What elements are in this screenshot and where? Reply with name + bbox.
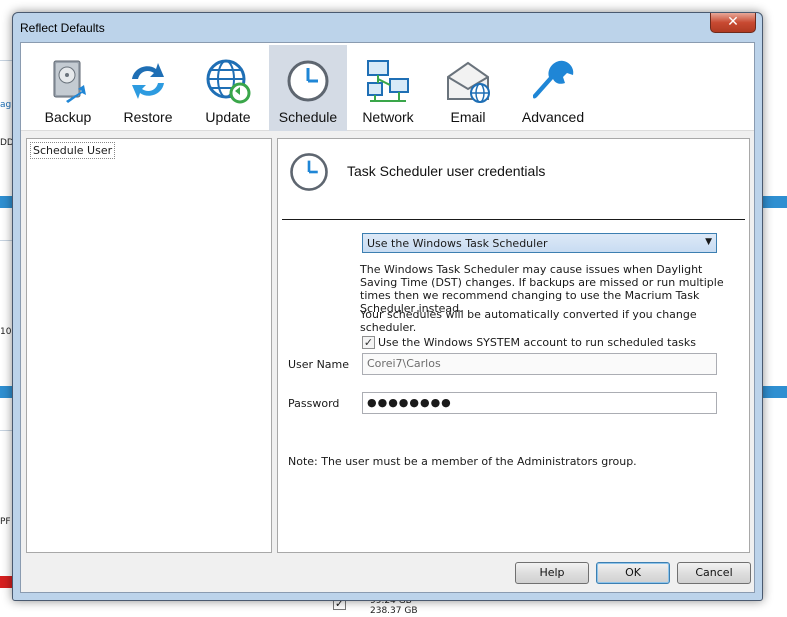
- window-title: Reflect Defaults: [20, 21, 105, 35]
- chevron-down-icon: ▼: [705, 237, 712, 247]
- close-button[interactable]: ✕: [710, 13, 756, 33]
- toolbar-label: Schedule: [278, 109, 338, 125]
- username-field[interactable]: Corei7\Carlos: [362, 353, 717, 375]
- background-text: 10: [0, 327, 12, 337]
- settings-panel: Task Scheduler user credentials Use the …: [277, 138, 750, 553]
- advanced-wrench-icon: [533, 60, 574, 99]
- ok-button[interactable]: OK: [596, 562, 670, 584]
- scheduler-dropdown[interactable]: Use the Windows Task Scheduler ▼: [362, 233, 717, 253]
- toolbar-label: Restore: [123, 109, 173, 125]
- category-toolbar: Backup Restore Update Schedule Network E…: [21, 43, 754, 131]
- background-text: ag: [0, 100, 12, 110]
- toolbar-backup[interactable]: Backup: [29, 45, 107, 131]
- password-field[interactable]: ●●●●●●●●: [362, 392, 717, 414]
- network-computers-icon: [367, 60, 409, 102]
- settings-category-list: Schedule User: [26, 138, 272, 553]
- system-account-checkbox[interactable]: ✓: [362, 336, 375, 349]
- toolbar-advanced[interactable]: Advanced: [509, 45, 597, 131]
- toolbar-schedule[interactable]: Schedule: [269, 45, 347, 131]
- background-text: PF: [0, 517, 11, 527]
- close-icon: ✕: [727, 14, 739, 30]
- background-row-band: [0, 386, 12, 398]
- backup-disk-icon: [53, 60, 86, 103]
- username-label: User Name: [288, 358, 350, 371]
- background-divider: [0, 240, 12, 241]
- background-row-band: [761, 386, 787, 398]
- toolbar-email[interactable]: Email: [429, 45, 507, 131]
- convert-note-text: Your schedules will be automatically con…: [360, 308, 697, 334]
- toolbar-label: Backup: [44, 109, 92, 125]
- reflect-defaults-dialog: Reflect Defaults ✕ Backup Restore Update…: [12, 12, 763, 601]
- toolbar-label: Email: [450, 109, 486, 125]
- background-divider: [0, 430, 12, 431]
- restore-arrows-icon: [132, 63, 164, 99]
- list-item-schedule-user[interactable]: Schedule User: [30, 142, 116, 159]
- toolbar-update[interactable]: Update: [189, 45, 267, 131]
- background-size-value: 238.37 GB: [370, 606, 418, 616]
- toolbar-label: Advanced: [521, 109, 585, 125]
- administrators-note: Note: The user must be a member of the A…: [288, 455, 637, 468]
- update-globe-icon: [206, 59, 251, 104]
- clock-icon: [290, 153, 328, 191]
- email-envelope-icon: [447, 61, 490, 103]
- dialog-client-area: Backup Restore Update Schedule Network E…: [20, 42, 755, 593]
- title-bar[interactable]: Reflect Defaults ✕: [13, 13, 762, 41]
- background-row-band: [0, 576, 12, 588]
- help-button[interactable]: Help: [515, 562, 589, 584]
- panel-title: Task Scheduler user credentials: [347, 163, 546, 179]
- cancel-button[interactable]: Cancel: [677, 562, 751, 584]
- toolbar-label: Update: [205, 109, 251, 125]
- background-row-band: [0, 196, 12, 208]
- background-divider: [0, 60, 12, 61]
- password-label: Password: [288, 397, 340, 410]
- toolbar-network[interactable]: Network: [349, 45, 427, 131]
- scheduler-dropdown-value: Use the Windows Task Scheduler: [367, 237, 548, 250]
- toolbar-restore[interactable]: Restore: [109, 45, 187, 131]
- panel-divider: [282, 219, 745, 220]
- system-account-label: Use the Windows SYSTEM account to run sc…: [378, 336, 697, 349]
- toolbar-label: Network: [362, 109, 414, 125]
- background-row-band: [761, 196, 787, 208]
- schedule-clock-icon: [287, 60, 329, 102]
